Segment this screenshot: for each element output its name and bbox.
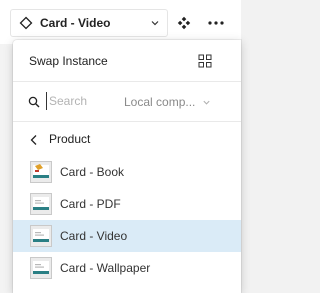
- list-item-card-book[interactable]: Card - Book: [13, 156, 241, 188]
- list-item-label: Card - Video: [60, 229, 128, 243]
- book-thumbnail: [30, 161, 52, 183]
- wallpaper-thumbnail: [30, 257, 52, 279]
- swap-instance-panel: Swap Instance Local comp...: [13, 40, 241, 293]
- search-input[interactable]: [46, 92, 121, 110]
- chevron-down-icon: [201, 97, 211, 107]
- chevron-down-icon: [149, 17, 161, 29]
- breadcrumb-label: Product: [49, 132, 91, 146]
- grid-view-icon[interactable]: [198, 54, 212, 68]
- instance-diamond-icon: [15, 12, 37, 34]
- panel-header: Swap Instance: [13, 40, 241, 82]
- properties-toolbar: Card - Video: [0, 0, 241, 44]
- list-item-card-video[interactable]: Card - Video: [13, 220, 241, 252]
- page: Card - Video Swap Instance Search Local …: [0, 0, 241, 293]
- chevron-left-icon: [29, 133, 39, 145]
- search-row: Local comp...: [13, 82, 241, 122]
- component-list: Card - Book Card - PDF Card - Video Card…: [13, 156, 241, 284]
- instance-name: Card - Video: [40, 16, 111, 30]
- search-icon: [28, 95, 40, 108]
- component-icon[interactable]: [176, 15, 192, 31]
- list-item-card-wallpaper[interactable]: Card - Wallpaper: [13, 252, 241, 284]
- pdf-thumbnail: [30, 193, 52, 215]
- library-select-label: Local comp...: [124, 95, 196, 109]
- list-item-card-pdf[interactable]: Card - PDF: [13, 188, 241, 220]
- list-item-label: Card - Wallpaper: [60, 261, 151, 275]
- instance-selector[interactable]: Card - Video: [10, 9, 168, 37]
- breadcrumb-back[interactable]: Product: [13, 122, 241, 156]
- list-item-label: Card - PDF: [60, 197, 121, 211]
- video-thumbnail: [30, 225, 52, 247]
- more-horizontal-icon[interactable]: [206, 15, 226, 31]
- list-item-label: Card - Book: [60, 165, 125, 179]
- library-select[interactable]: Local comp...: [124, 93, 211, 111]
- panel-title: Swap Instance: [29, 54, 108, 68]
